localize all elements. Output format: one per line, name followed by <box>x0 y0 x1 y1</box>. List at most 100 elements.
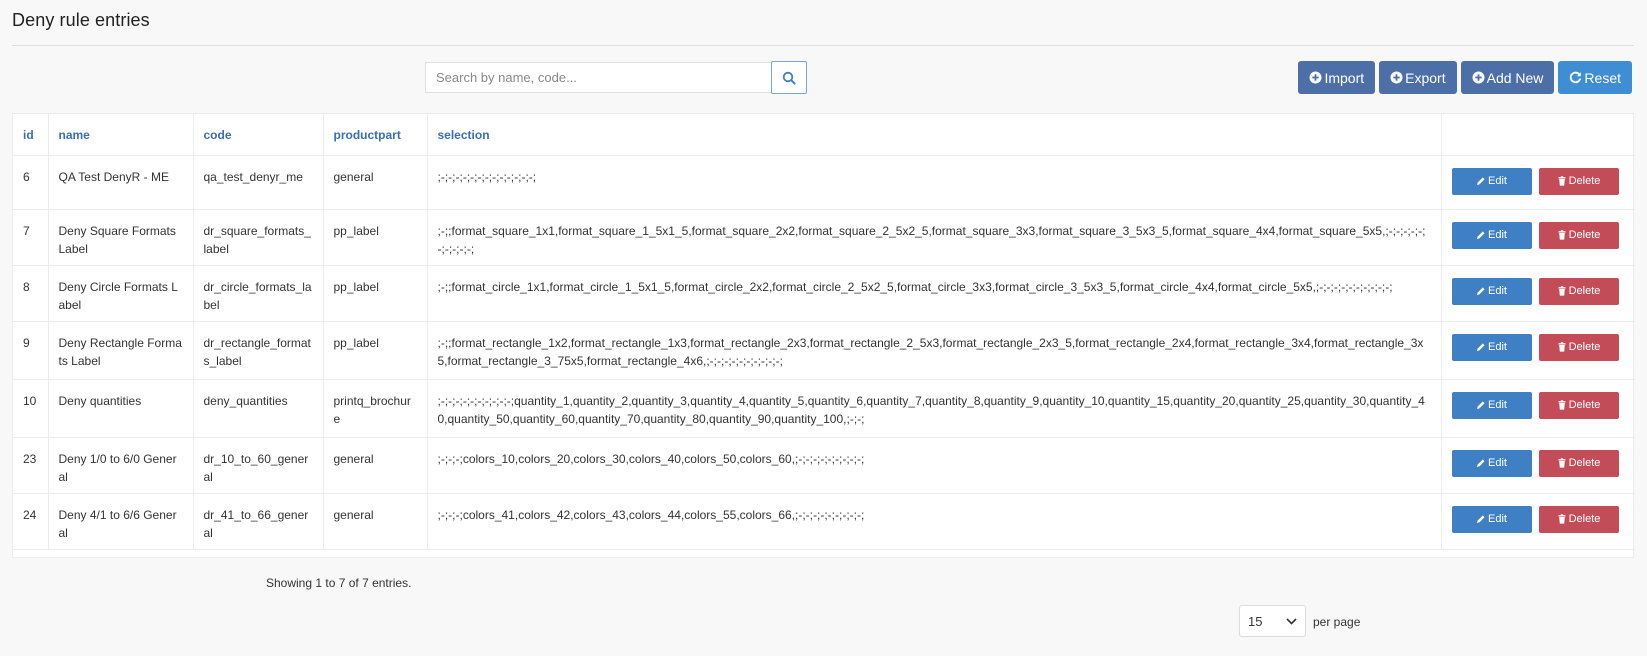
edit-button-label: Edit <box>1488 229 1507 241</box>
delete-button-label: Delete <box>1568 285 1601 297</box>
trash-icon <box>1557 514 1567 524</box>
delete-button[interactable]: Delete <box>1538 505 1619 533</box>
search-input[interactable] <box>425 62 772 93</box>
cell-code: dr_41_to_66_general <box>193 493 324 550</box>
table-row: 6 QA Test DenyR - ME qa_test_denyr_me ge… <box>13 155 1635 210</box>
cell-selection: ;-;-;-;colors_10,colors_20,colors_30,col… <box>427 437 1442 494</box>
column-header-name[interactable]: name <box>48 114 194 156</box>
cell-id: 8 <box>13 265 49 322</box>
search-button[interactable] <box>771 61 807 94</box>
page-title: Deny rule entries <box>12 10 150 30</box>
edit-button[interactable]: Edit <box>1451 277 1532 305</box>
delete-button[interactable]: Delete <box>1538 221 1619 249</box>
rules-table: id name code productpart selection 6 QA … <box>12 113 1635 558</box>
search-icon <box>782 71 796 85</box>
per-page-value: 15 <box>1248 613 1263 629</box>
cell-actions: Edit Delete <box>1441 493 1635 550</box>
cell-productpart: pp_label <box>323 265 428 322</box>
edit-button-label: Edit <box>1488 513 1507 525</box>
trash-icon <box>1557 230 1567 240</box>
reset-button-label: Reset <box>1584 69 1621 86</box>
column-header-selection[interactable]: selection <box>427 114 1442 156</box>
delete-button-label: Delete <box>1568 229 1601 241</box>
cell-actions: Edit Delete <box>1441 321 1635 380</box>
cell-selection: ;-;;format_rectangle_1x2,format_rectangl… <box>427 321 1442 380</box>
table-row: 8 Deny Circle Formats Label dr_circle_fo… <box>13 265 1635 322</box>
reset-button[interactable]: Reset <box>1558 61 1632 94</box>
delete-button[interactable]: Delete <box>1538 449 1619 477</box>
table-row: 9 Deny Rectangle Formats Label dr_rectan… <box>13 321 1635 380</box>
trash-icon <box>1557 458 1567 468</box>
edit-button-label: Edit <box>1488 285 1507 297</box>
entries-summary: Showing 1 to 7 of 7 entries. <box>266 576 412 590</box>
cell-productpart: pp_label <box>323 209 428 266</box>
cell-id: 10 <box>13 379 49 438</box>
delete-button-label: Delete <box>1568 341 1601 353</box>
cell-selection: ;-;-;-;-;-;-;-;-;-;-;quantity_1,quantity… <box>427 379 1442 438</box>
edit-button[interactable]: Edit <box>1451 167 1532 195</box>
column-header-code[interactable]: code <box>193 114 324 156</box>
import-button-label: Import <box>1324 69 1365 86</box>
delete-button[interactable]: Delete <box>1538 333 1619 361</box>
add-new-button[interactable]: Add New <box>1460 61 1555 94</box>
cell-code: qa_test_denyr_me <box>193 155 324 210</box>
cell-name: Deny quantities <box>48 379 194 438</box>
cell-name: Deny Rectangle Formats Label <box>48 321 194 380</box>
pencil-icon <box>1476 176 1486 186</box>
column-header-productpart[interactable]: productpart <box>323 114 428 156</box>
cell-selection: ;-;-;-;colors_41,colors_42,colors_43,col… <box>427 493 1442 550</box>
edit-button[interactable]: Edit <box>1451 505 1532 533</box>
cell-code: dr_square_formats_label <box>193 209 324 266</box>
edit-button[interactable]: Edit <box>1451 221 1532 249</box>
plus-circle-icon <box>1309 71 1322 84</box>
title-divider <box>12 45 1634 46</box>
cell-code: dr_circle_formats_label <box>193 265 324 322</box>
cell-id: 24 <box>13 493 49 550</box>
edit-button-label: Edit <box>1488 341 1507 353</box>
delete-button[interactable]: Delete <box>1538 277 1619 305</box>
cell-selection: ;-;;format_square_1x1,format_square_1_5x… <box>427 209 1442 266</box>
table-header-row: id name code productpart selection <box>13 114 1635 156</box>
edit-button-label: Edit <box>1488 399 1507 411</box>
trash-icon <box>1557 286 1567 296</box>
delete-button-label: Delete <box>1568 175 1601 187</box>
cell-code: dr_10_to_60_general <box>193 437 324 494</box>
cell-productpart: general <box>323 155 428 210</box>
pencil-icon <box>1476 230 1486 240</box>
pencil-icon <box>1476 458 1486 468</box>
column-header-id[interactable]: id <box>13 114 49 156</box>
column-header-actions <box>1441 114 1635 156</box>
table-row: 23 Deny 1/0 to 6/0 General dr_10_to_60_g… <box>13 437 1635 494</box>
delete-button-label: Delete <box>1568 399 1601 411</box>
cell-id: 7 <box>13 209 49 266</box>
edit-button[interactable]: Edit <box>1451 391 1532 419</box>
cell-id: 23 <box>13 437 49 494</box>
cell-code: deny_quantities <box>193 379 324 438</box>
pencil-icon <box>1476 286 1486 296</box>
pencil-icon <box>1476 514 1486 524</box>
export-button-label: Export <box>1405 69 1446 86</box>
cell-name: Deny Square Formats Label <box>48 209 194 266</box>
trash-icon <box>1557 176 1567 186</box>
delete-button[interactable]: Delete <box>1538 391 1619 419</box>
cell-selection: ;-;-;-;-;-;-;-;-;-;-;-;-;-; <box>427 155 1442 210</box>
trash-icon <box>1557 400 1567 410</box>
edit-button-label: Edit <box>1488 457 1507 469</box>
cell-id: 9 <box>13 321 49 380</box>
plus-circle-icon <box>1472 71 1485 84</box>
pencil-icon <box>1476 342 1486 352</box>
plus-circle-icon <box>1390 71 1403 84</box>
refresh-icon <box>1569 71 1582 84</box>
per-page-select[interactable]: 15 <box>1239 605 1306 637</box>
export-button[interactable]: Export <box>1379 61 1457 94</box>
pencil-icon <box>1476 400 1486 410</box>
import-button[interactable]: Import <box>1298 61 1376 94</box>
delete-button-label: Delete <box>1568 457 1601 469</box>
table-row: 24 Deny 4/1 to 6/6 General dr_41_to_66_g… <box>13 493 1635 550</box>
cell-name: Deny Circle Formats Label <box>48 265 194 322</box>
table-row: 10 Deny quantities deny_quantities print… <box>13 379 1635 438</box>
delete-button[interactable]: Delete <box>1538 167 1619 195</box>
edit-button[interactable]: Edit <box>1451 449 1532 477</box>
edit-button[interactable]: Edit <box>1451 333 1532 361</box>
trash-icon <box>1557 342 1567 352</box>
